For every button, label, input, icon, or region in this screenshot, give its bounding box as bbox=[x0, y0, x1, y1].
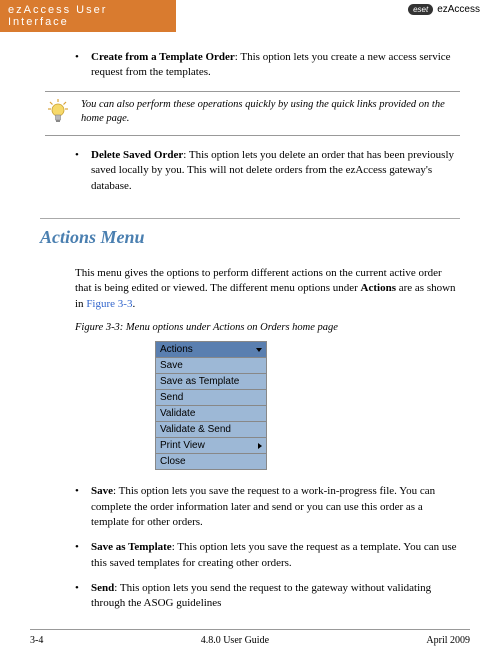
bullet-dot-icon: • bbox=[75, 581, 91, 612]
bullet-delete-saved: • Delete Saved Order: This option lets y… bbox=[75, 148, 460, 194]
menu-item[interactable]: Send bbox=[156, 390, 266, 406]
footer-rule bbox=[30, 629, 470, 630]
section-rule bbox=[40, 218, 460, 219]
menu-header[interactable]: Actions bbox=[156, 342, 266, 358]
menu-item-label: Print View bbox=[160, 440, 205, 451]
footer-right: April 2009 bbox=[426, 635, 470, 646]
tip-text: You can also perform these operations qu… bbox=[81, 98, 460, 127]
bullet-dot-icon: • bbox=[75, 50, 91, 81]
tip-box: You can also perform these operations qu… bbox=[45, 91, 460, 136]
menu-item-label: Save bbox=[160, 360, 183, 371]
bullet-save-template: • Save as Template: This option lets you… bbox=[75, 540, 460, 571]
bullet-label: Send bbox=[91, 582, 114, 594]
menu-item-label: Send bbox=[160, 392, 183, 403]
footer-center: 4.8.0 User Guide bbox=[201, 635, 269, 646]
bullet-label: Save as Template bbox=[91, 541, 172, 553]
menu-item[interactable]: Save as Template bbox=[156, 374, 266, 390]
figure-link[interactable]: Figure 3-3 bbox=[86, 298, 132, 310]
bullet-dot-icon: • bbox=[75, 148, 91, 194]
bullet-create-template: • Create from a Template Order: This opt… bbox=[75, 50, 460, 81]
menu-header-label: Actions bbox=[160, 344, 193, 355]
menu-item[interactable]: Validate bbox=[156, 406, 266, 422]
bullet-label: Save bbox=[91, 485, 113, 497]
intro-paragraph: This menu gives the options to perform d… bbox=[75, 266, 460, 312]
bullet-label: Create from a Template Order bbox=[91, 51, 235, 63]
bullet-desc: : This option lets you send the request … bbox=[91, 582, 431, 609]
bullet-dot-icon: • bbox=[75, 540, 91, 571]
header-banner: ezAccess User Interface bbox=[0, 0, 176, 32]
logo-badge: eset bbox=[408, 4, 433, 15]
logo: eset ezAccess bbox=[408, 4, 480, 15]
menu-item[interactable]: Print View bbox=[156, 438, 266, 454]
chevron-right-icon bbox=[258, 443, 262, 449]
bullet-desc: : This option lets you save the request … bbox=[91, 485, 435, 528]
chevron-down-icon bbox=[256, 348, 262, 352]
content-area: • Create from a Template Order : This opt… bbox=[0, 50, 500, 612]
page: ezAccess User Interface eset ezAccess • … bbox=[0, 0, 500, 652]
figure-caption: Figure 3-3: Menu options under Actions o… bbox=[75, 322, 460, 333]
menu-item-label: Validate bbox=[160, 408, 195, 419]
lightbulb-icon bbox=[45, 98, 71, 129]
bullet-dot-icon: • bbox=[75, 484, 91, 530]
footer: 3-4 4.8.0 User Guide April 2009 bbox=[30, 635, 470, 646]
footer-left: 3-4 bbox=[30, 635, 43, 646]
bullet-save: • Save: This option lets you save the re… bbox=[75, 484, 460, 530]
bullet-label: Delete Saved Order bbox=[91, 149, 183, 161]
menu-item-label: Validate & Send bbox=[160, 424, 231, 435]
menu-item[interactable]: Validate & Send bbox=[156, 422, 266, 438]
menu-item-label: Close bbox=[160, 456, 186, 467]
bullet-send: • Send: This option lets you send the re… bbox=[75, 581, 460, 612]
actions-menu: Actions Save Save as Template Send Validate… bbox=[155, 341, 267, 470]
section-heading: Actions Menu bbox=[40, 227, 460, 248]
menu-item[interactable]: Save bbox=[156, 358, 266, 374]
logo-text: ezAccess bbox=[437, 4, 480, 15]
menu-item-label: Save as Template bbox=[160, 376, 239, 387]
menu-item[interactable]: Close bbox=[156, 454, 266, 469]
